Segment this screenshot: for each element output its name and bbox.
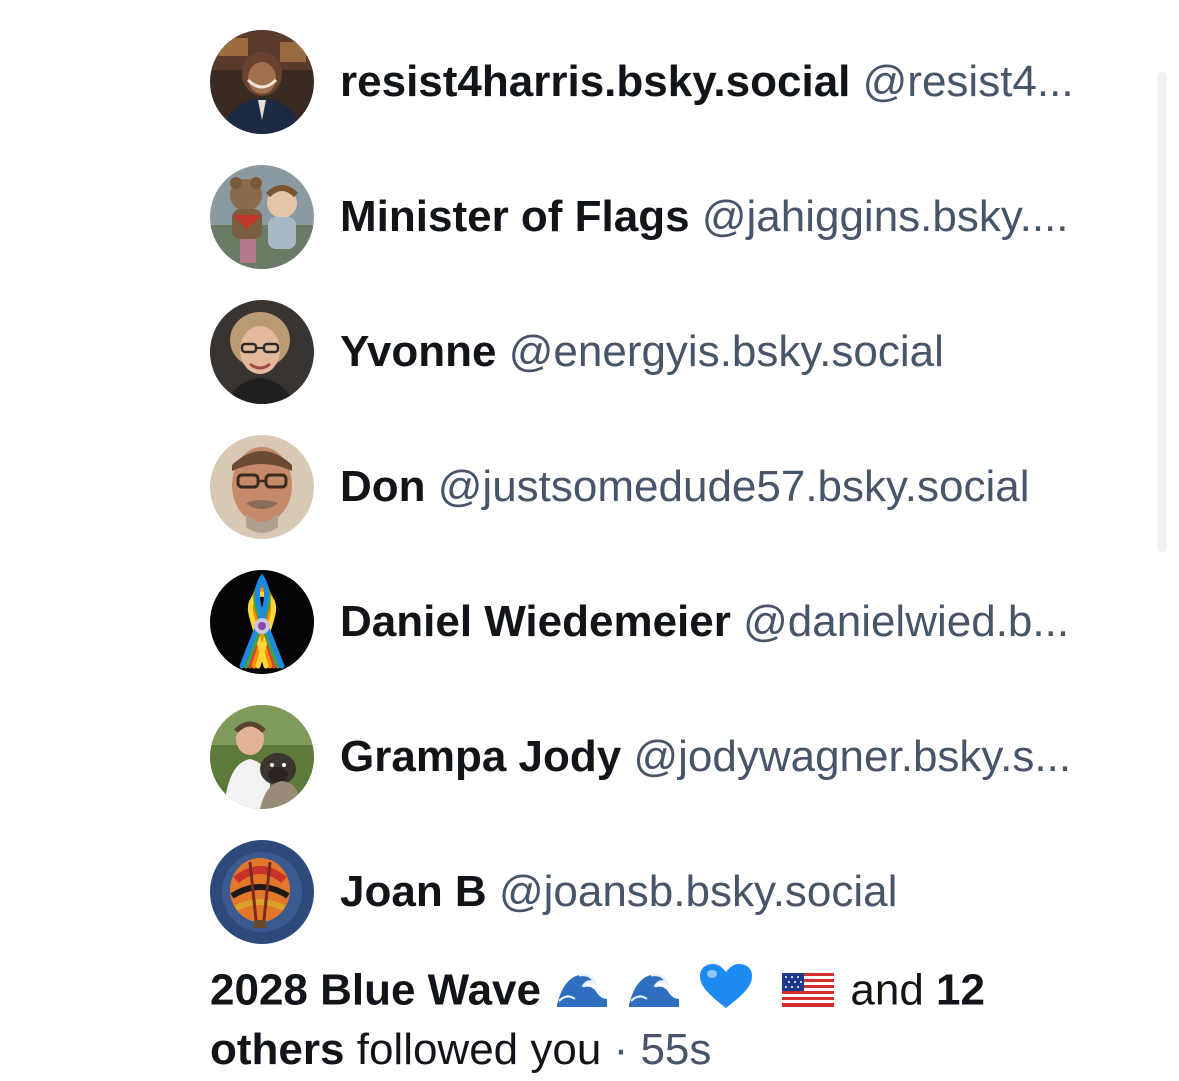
us-flag-emoji [782, 967, 835, 1019]
avatar[interactable] [210, 570, 314, 674]
avatar[interactable] [210, 435, 314, 539]
list-item[interactable]: Daniel Wiedemeier @danielwied.b... [210, 570, 1140, 705]
list-item[interactable]: Minister of Flags @jahiggins.bsky.... [210, 165, 1140, 300]
lead-follower-name[interactable]: 2028 Blue Wave [210, 966, 541, 1015]
display-name: Daniel Wiedemeier [340, 597, 731, 646]
list-item[interactable]: Grampa Jody @jodywagner.bsky.s... [210, 705, 1140, 840]
wave-emoji [553, 965, 609, 1021]
avatar[interactable] [210, 30, 314, 134]
wave-emoji [625, 965, 681, 1021]
separator: · [613, 1025, 629, 1074]
list-item[interactable]: resist4harris.bsky.social @resist4... [210, 30, 1140, 165]
follower-name-line[interactable]: Grampa Jody @jodywagner.bsky.s... [340, 731, 1071, 783]
display-name: Grampa Jody [340, 732, 622, 781]
man-glasses-avatar [210, 435, 314, 539]
blue-heart-emoji [698, 962, 754, 1024]
follower-name-line[interactable]: Don @justsomedude57.bsky.social [340, 461, 1029, 513]
handle: @jodywagner.bsky.s... [633, 732, 1072, 781]
rainbow-ribbon-avatar [210, 570, 314, 674]
portrait-woman-thank-you-avatar [210, 30, 314, 134]
avatar[interactable] [210, 840, 314, 944]
handle: @danielwied.b... [743, 597, 1070, 646]
display-name: Don [340, 462, 426, 511]
hot-air-balloon-avatar [210, 840, 314, 944]
follower-list: resist4harris.bsky.social @resist4... Mi… [210, 30, 1140, 975]
follower-name-line[interactable]: Daniel Wiedemeier @danielwied.b... [340, 596, 1069, 648]
scrollbar[interactable] [1157, 72, 1167, 552]
plush-toys-avatar [210, 165, 314, 269]
list-item[interactable]: Don @justsomedude57.bsky.social [210, 435, 1140, 570]
follower-name-line[interactable]: Minister of Flags @jahiggins.bsky.... [340, 191, 1069, 243]
avatar[interactable] [210, 705, 314, 809]
list-item[interactable]: Yvonne @energyis.bsky.social [210, 300, 1140, 435]
follower-name-line[interactable]: resist4harris.bsky.social @resist4... [340, 56, 1074, 108]
list-item[interactable]: Joan B @joansb.bsky.social [210, 840, 1140, 975]
display-name: resist4harris.bsky.social [340, 57, 851, 106]
handle: @justsomedude57.bsky.social [437, 462, 1030, 511]
display-name: Yvonne [340, 327, 497, 376]
avatar[interactable] [210, 165, 314, 269]
display-name: Minister of Flags [340, 192, 690, 241]
timestamp: 55s [640, 1025, 712, 1074]
connector-text: and [850, 965, 924, 1015]
handle: @energyis.bsky.social [508, 327, 944, 376]
woman-glasses-avatar [210, 300, 314, 404]
handle: @jahiggins.bsky.... [701, 192, 1069, 241]
avatar[interactable] [210, 300, 314, 404]
follow-summary[interactable]: 2028 Blue Wave and 12 others followed yo… [210, 962, 1110, 1076]
display-name: Joan B [340, 867, 487, 916]
handle: @resist4... [862, 57, 1074, 106]
man-with-dog-avatar [210, 705, 314, 809]
action-text: followed you [356, 1025, 602, 1074]
others-label[interactable]: others [210, 1025, 344, 1074]
handle: @joansb.bsky.social [498, 867, 898, 916]
others-count[interactable]: 12 [936, 966, 985, 1015]
follower-name-line[interactable]: Joan B @joansb.bsky.social [340, 866, 897, 918]
follower-name-line[interactable]: Yvonne @energyis.bsky.social [340, 326, 944, 378]
